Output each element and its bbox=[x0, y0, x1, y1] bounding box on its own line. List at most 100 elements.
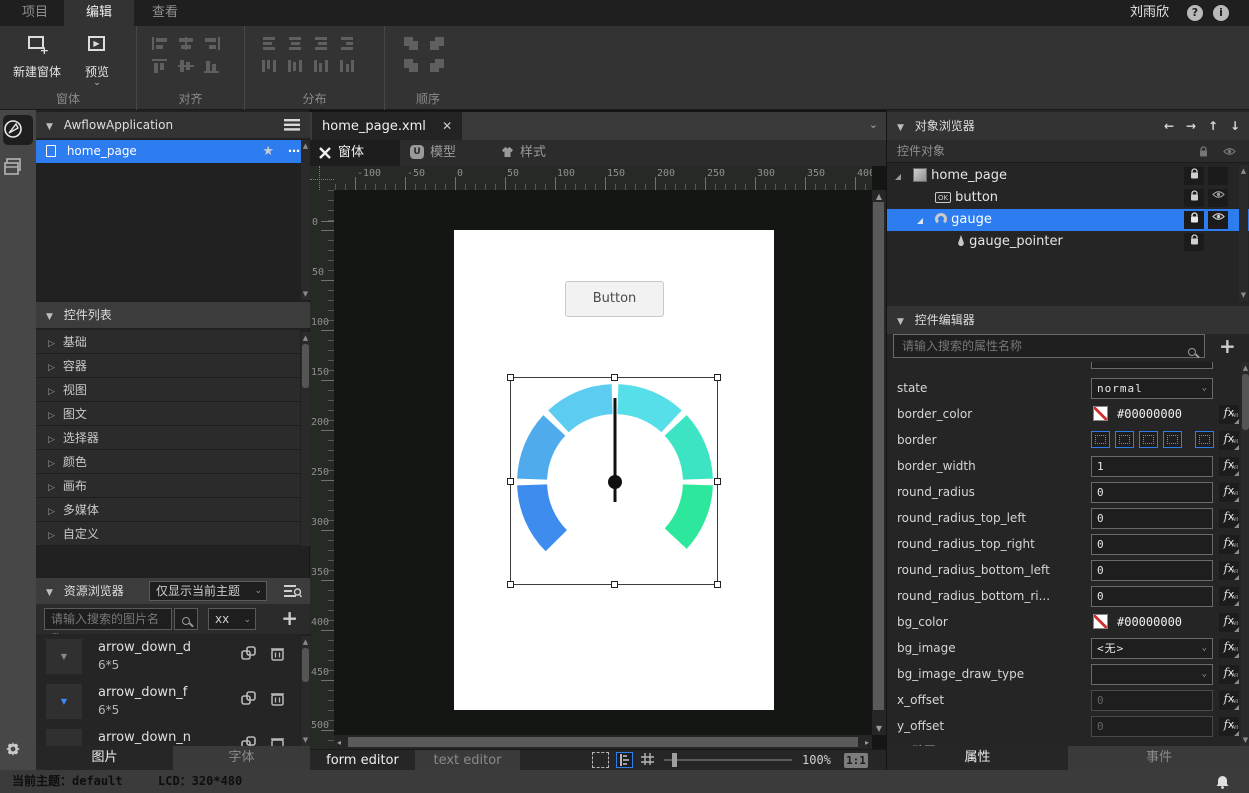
widget-category-container[interactable]: ▷容器 bbox=[36, 354, 300, 378]
border-bottom-toggle[interactable] bbox=[1163, 431, 1182, 448]
fx-button[interactable]: fxAll bbox=[1219, 431, 1239, 450]
gauge-selection-box[interactable] bbox=[510, 377, 718, 585]
project-panel-header[interactable]: ▼ AwflowApplication bbox=[36, 112, 310, 138]
resize-handle-e[interactable] bbox=[714, 478, 721, 485]
bell-icon[interactable] bbox=[1216, 775, 1229, 789]
lock-toggle[interactable] bbox=[1184, 233, 1204, 251]
resize-handle-w[interactable] bbox=[507, 478, 514, 485]
property-scrollbar[interactable]: ▲▼ bbox=[1241, 362, 1249, 746]
bg-image-dropdown[interactable]: <无>⌄ bbox=[1091, 638, 1213, 659]
search-icon[interactable] bbox=[174, 608, 198, 630]
star-icon[interactable]: ★ bbox=[262, 140, 274, 163]
fx-button[interactable]: fxAll bbox=[1219, 691, 1239, 710]
border-left-toggle[interactable] bbox=[1091, 431, 1110, 448]
user-name[interactable]: 刘雨欣 bbox=[1130, 0, 1169, 26]
info-icon[interactable]: i bbox=[1213, 5, 1229, 21]
property-search-input[interactable]: 请输入搜索的属性名称 bbox=[893, 334, 1205, 358]
tab-style[interactable]: 样式 bbox=[490, 140, 580, 166]
widget-category-graphic[interactable]: ▷图文 bbox=[36, 402, 300, 426]
menu-view[interactable]: 查看 bbox=[130, 0, 200, 26]
help-icon[interactable]: ? bbox=[1187, 5, 1203, 21]
tree-node-gauge[interactable]: gauge bbox=[887, 209, 1249, 231]
state-dropdown[interactable]: normal⌄ bbox=[1091, 378, 1213, 399]
y-offset-input[interactable]: 0 bbox=[1091, 716, 1213, 737]
distribute-v-top-icon[interactable] bbox=[261, 58, 279, 74]
fx-button[interactable]: fxAll bbox=[1219, 405, 1239, 424]
object-browser-header[interactable]: ▼ 对象浏览器 ← → ↑ ↓ bbox=[887, 112, 1249, 140]
zoom-ratio-button[interactable]: 1:1 bbox=[844, 753, 868, 768]
object-tree-scrollbar[interactable]: ▲▼ bbox=[1239, 165, 1248, 301]
bring-forward-icon[interactable] bbox=[403, 36, 421, 52]
fx-button[interactable]: fxAll bbox=[1219, 613, 1239, 632]
fx-button[interactable]: fxAll bbox=[1219, 561, 1239, 580]
lock-toggle[interactable] bbox=[1184, 211, 1204, 229]
search-icon[interactable] bbox=[1188, 341, 1196, 363]
widget-category-picker[interactable]: ▷选择器 bbox=[36, 426, 300, 450]
trash-icon[interactable] bbox=[271, 691, 284, 706]
project-file-home-page[interactable]: home_page ★ ⋯ bbox=[36, 140, 310, 163]
widget-category-basic[interactable]: ▷基础 bbox=[36, 330, 300, 354]
menu-project[interactable]: 项目 bbox=[0, 0, 70, 26]
visibility-toggle[interactable] bbox=[1208, 211, 1228, 229]
align-right-icon[interactable] bbox=[203, 36, 221, 52]
fx-button[interactable]: fxAll bbox=[1219, 483, 1239, 502]
send-backward-icon[interactable] bbox=[403, 58, 421, 74]
replace-resource-icon[interactable] bbox=[241, 691, 256, 706]
bring-front-icon[interactable] bbox=[429, 36, 447, 52]
size-filter-dropdown[interactable]: xx ⌄ bbox=[208, 608, 256, 630]
fx-button[interactable]: fxAll bbox=[1219, 509, 1239, 528]
widget-category-custom[interactable]: ▷自定义 bbox=[36, 522, 300, 546]
round-radius-top-left-input[interactable]: 0 bbox=[1091, 508, 1213, 529]
border-top-toggle[interactable] bbox=[1139, 431, 1158, 448]
lock-toggle[interactable] bbox=[1184, 189, 1204, 207]
widget-category-multimedia[interactable]: ▷多媒体 bbox=[36, 498, 300, 522]
resize-handle-n[interactable] bbox=[611, 374, 618, 381]
window-manager-icon[interactable] bbox=[3, 153, 33, 183]
widget-list-header[interactable]: ▼ 控件列表 bbox=[36, 302, 310, 328]
zoom-slider-handle[interactable] bbox=[672, 753, 677, 767]
widget-category-color[interactable]: ▷颜色 bbox=[36, 450, 300, 474]
distribute-h-right-icon[interactable] bbox=[339, 36, 357, 52]
trash-icon[interactable] bbox=[271, 646, 284, 661]
resize-handle-sw[interactable] bbox=[507, 581, 514, 588]
visibility-toggle[interactable] bbox=[1208, 167, 1228, 185]
distribute-h-spacing-icon[interactable] bbox=[313, 36, 331, 52]
round-radius-top-right-input[interactable]: 0 bbox=[1091, 534, 1213, 555]
add-resource-button[interactable]: + bbox=[281, 606, 298, 630]
resource-scrollbar[interactable]: ▲▼ bbox=[301, 636, 310, 746]
resource-browser-header[interactable]: ▼ 资源浏览器 仅显示当前主题 ⌄ bbox=[36, 578, 310, 604]
settings-gear-icon[interactable] bbox=[3, 735, 33, 765]
zoom-slider-track[interactable] bbox=[664, 759, 792, 761]
fx-button[interactable]: fxAll bbox=[1219, 587, 1239, 606]
ruler-toggle-icon[interactable] bbox=[616, 752, 633, 768]
add-property-button[interactable]: + bbox=[1219, 334, 1236, 358]
color-swatch[interactable] bbox=[1093, 614, 1108, 629]
resource-item[interactable]: ▼ arrow_down_d 6*5 bbox=[36, 634, 300, 679]
canvas-viewport[interactable]: Button bbox=[334, 190, 872, 735]
tab-model[interactable]: U 模型 bbox=[400, 140, 490, 166]
align-bottom-icon[interactable] bbox=[203, 58, 221, 74]
tree-node-button[interactable]: OK button bbox=[887, 187, 1238, 209]
distribute-v-center-icon[interactable] bbox=[287, 58, 305, 74]
theme-filter-dropdown[interactable]: 仅显示当前主题 ⌄ bbox=[149, 581, 267, 601]
list-search-icon[interactable] bbox=[284, 584, 302, 598]
fx-button[interactable]: fxAll bbox=[1219, 665, 1239, 684]
nav-left-icon[interactable]: ← bbox=[1164, 112, 1174, 140]
design-page[interactable]: Button bbox=[454, 230, 774, 710]
resize-handle-nw[interactable] bbox=[507, 374, 514, 381]
distribute-h-left-icon[interactable] bbox=[261, 36, 279, 52]
widget-category-canvas[interactable]: ▷画布 bbox=[36, 474, 300, 498]
resize-handle-ne[interactable] bbox=[714, 374, 721, 381]
design-mode-icon[interactable] bbox=[3, 115, 33, 145]
lock-toggle[interactable] bbox=[1184, 167, 1204, 185]
round-radius-input[interactable]: 0 bbox=[1091, 482, 1213, 503]
tab-form-editor[interactable]: form editor bbox=[310, 750, 415, 771]
resource-item[interactable]: ▼ arrow_down_f 6*5 bbox=[36, 679, 300, 724]
send-back-icon[interactable] bbox=[429, 58, 447, 74]
canvas-button-widget[interactable]: Button bbox=[565, 281, 664, 317]
tree-node-gauge-pointer[interactable]: gauge_pointer bbox=[887, 231, 1238, 253]
widget-category-view[interactable]: ▷视图 bbox=[36, 378, 300, 402]
widget-list-scrollbar[interactable]: ▲ bbox=[301, 332, 310, 546]
bg-image-draw-type-dropdown[interactable]: ⌄ bbox=[1091, 664, 1213, 685]
tab-fonts[interactable]: 字体 bbox=[173, 746, 310, 770]
